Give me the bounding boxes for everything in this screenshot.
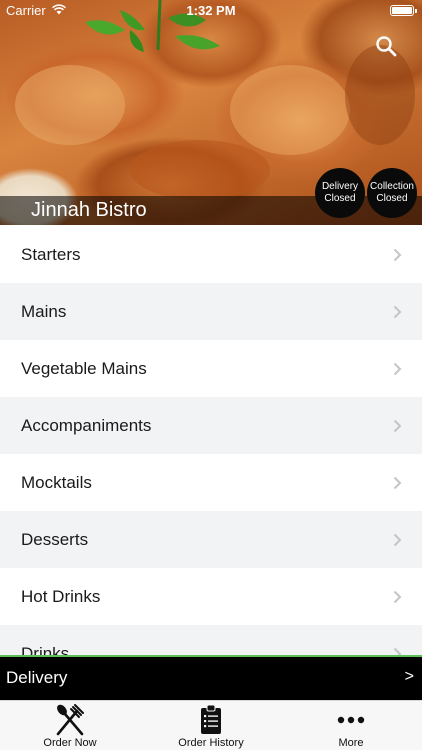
collection-status-line1: Collection xyxy=(370,181,414,192)
clipboard-icon xyxy=(201,705,221,734)
chevron-right-icon xyxy=(393,590,402,604)
menu-category-label: Starters xyxy=(21,244,81,264)
menu-category-mains[interactable]: Mains xyxy=(0,283,422,340)
menu-category-label: Hot Drinks xyxy=(21,586,101,606)
menu-category-hot-drinks[interactable]: Hot Drinks xyxy=(0,568,422,625)
tab-label: More xyxy=(338,737,364,749)
tab-order-history[interactable]: Order History xyxy=(141,701,281,750)
delivery-mode-bar[interactable]: Delivery > xyxy=(0,657,422,700)
ellipsis-icon xyxy=(337,716,365,724)
restaurant-name: Jinnah Bistro xyxy=(31,199,147,221)
chevron-right-icon: > xyxy=(404,668,414,685)
collection-status-line2: Closed xyxy=(376,193,408,204)
menu-category-label: Desserts xyxy=(21,529,89,549)
menu-category-desserts[interactable]: Desserts xyxy=(0,511,422,568)
hero-food-image: Carrier 1:32 PM Jinnah Bistro Delivery C… xyxy=(0,0,422,225)
menu-category-label: Mocktails xyxy=(21,472,92,492)
app-screen: Carrier 1:32 PM Jinnah Bistro Delivery C… xyxy=(0,0,422,750)
delivery-status-line2: Closed xyxy=(324,193,356,204)
battery-icon xyxy=(390,5,417,16)
menu-category-label: Mains xyxy=(21,301,67,321)
search-icon[interactable] xyxy=(374,34,398,58)
status-bar: Carrier 1:32 PM xyxy=(0,0,422,22)
chevron-right-icon xyxy=(393,533,402,547)
chevron-right-icon xyxy=(393,419,402,433)
delivery-status-badge: Delivery Closed xyxy=(315,168,365,218)
tab-label: Order Now xyxy=(43,737,97,749)
delivery-mode-label: Delivery xyxy=(6,668,68,687)
fork-knife-icon xyxy=(56,704,84,736)
tab-more[interactable]: More xyxy=(281,701,421,750)
clock: 1:32 PM xyxy=(186,3,236,18)
menu-category-label: Accompaniments xyxy=(21,415,152,435)
menu-category-starters[interactable]: Starters xyxy=(0,226,422,283)
menu-category-accompaniments[interactable]: Accompaniments xyxy=(0,397,422,454)
tab-bar: Order Now Order History More xyxy=(0,700,422,750)
menu-category-list[interactable]: Starters Mains Vegetable Mains Accompani… xyxy=(0,226,422,656)
chevron-right-icon xyxy=(393,305,402,319)
menu-category-label: Vegetable Mains xyxy=(21,358,147,378)
menu-category-drinks[interactable]: Drinks xyxy=(0,625,422,656)
collection-status-badge: Collection Closed xyxy=(367,168,417,218)
chevron-right-icon xyxy=(393,476,402,490)
menu-category-vegetable-mains[interactable]: Vegetable Mains xyxy=(0,340,422,397)
menu-category-mocktails[interactable]: Mocktails xyxy=(0,454,422,511)
delivery-status-line1: Delivery xyxy=(321,181,359,192)
chevron-right-icon xyxy=(393,248,402,262)
tab-label: Order History xyxy=(178,737,244,749)
chevron-right-icon xyxy=(393,362,402,376)
tab-order-now[interactable]: Order Now xyxy=(0,701,140,750)
